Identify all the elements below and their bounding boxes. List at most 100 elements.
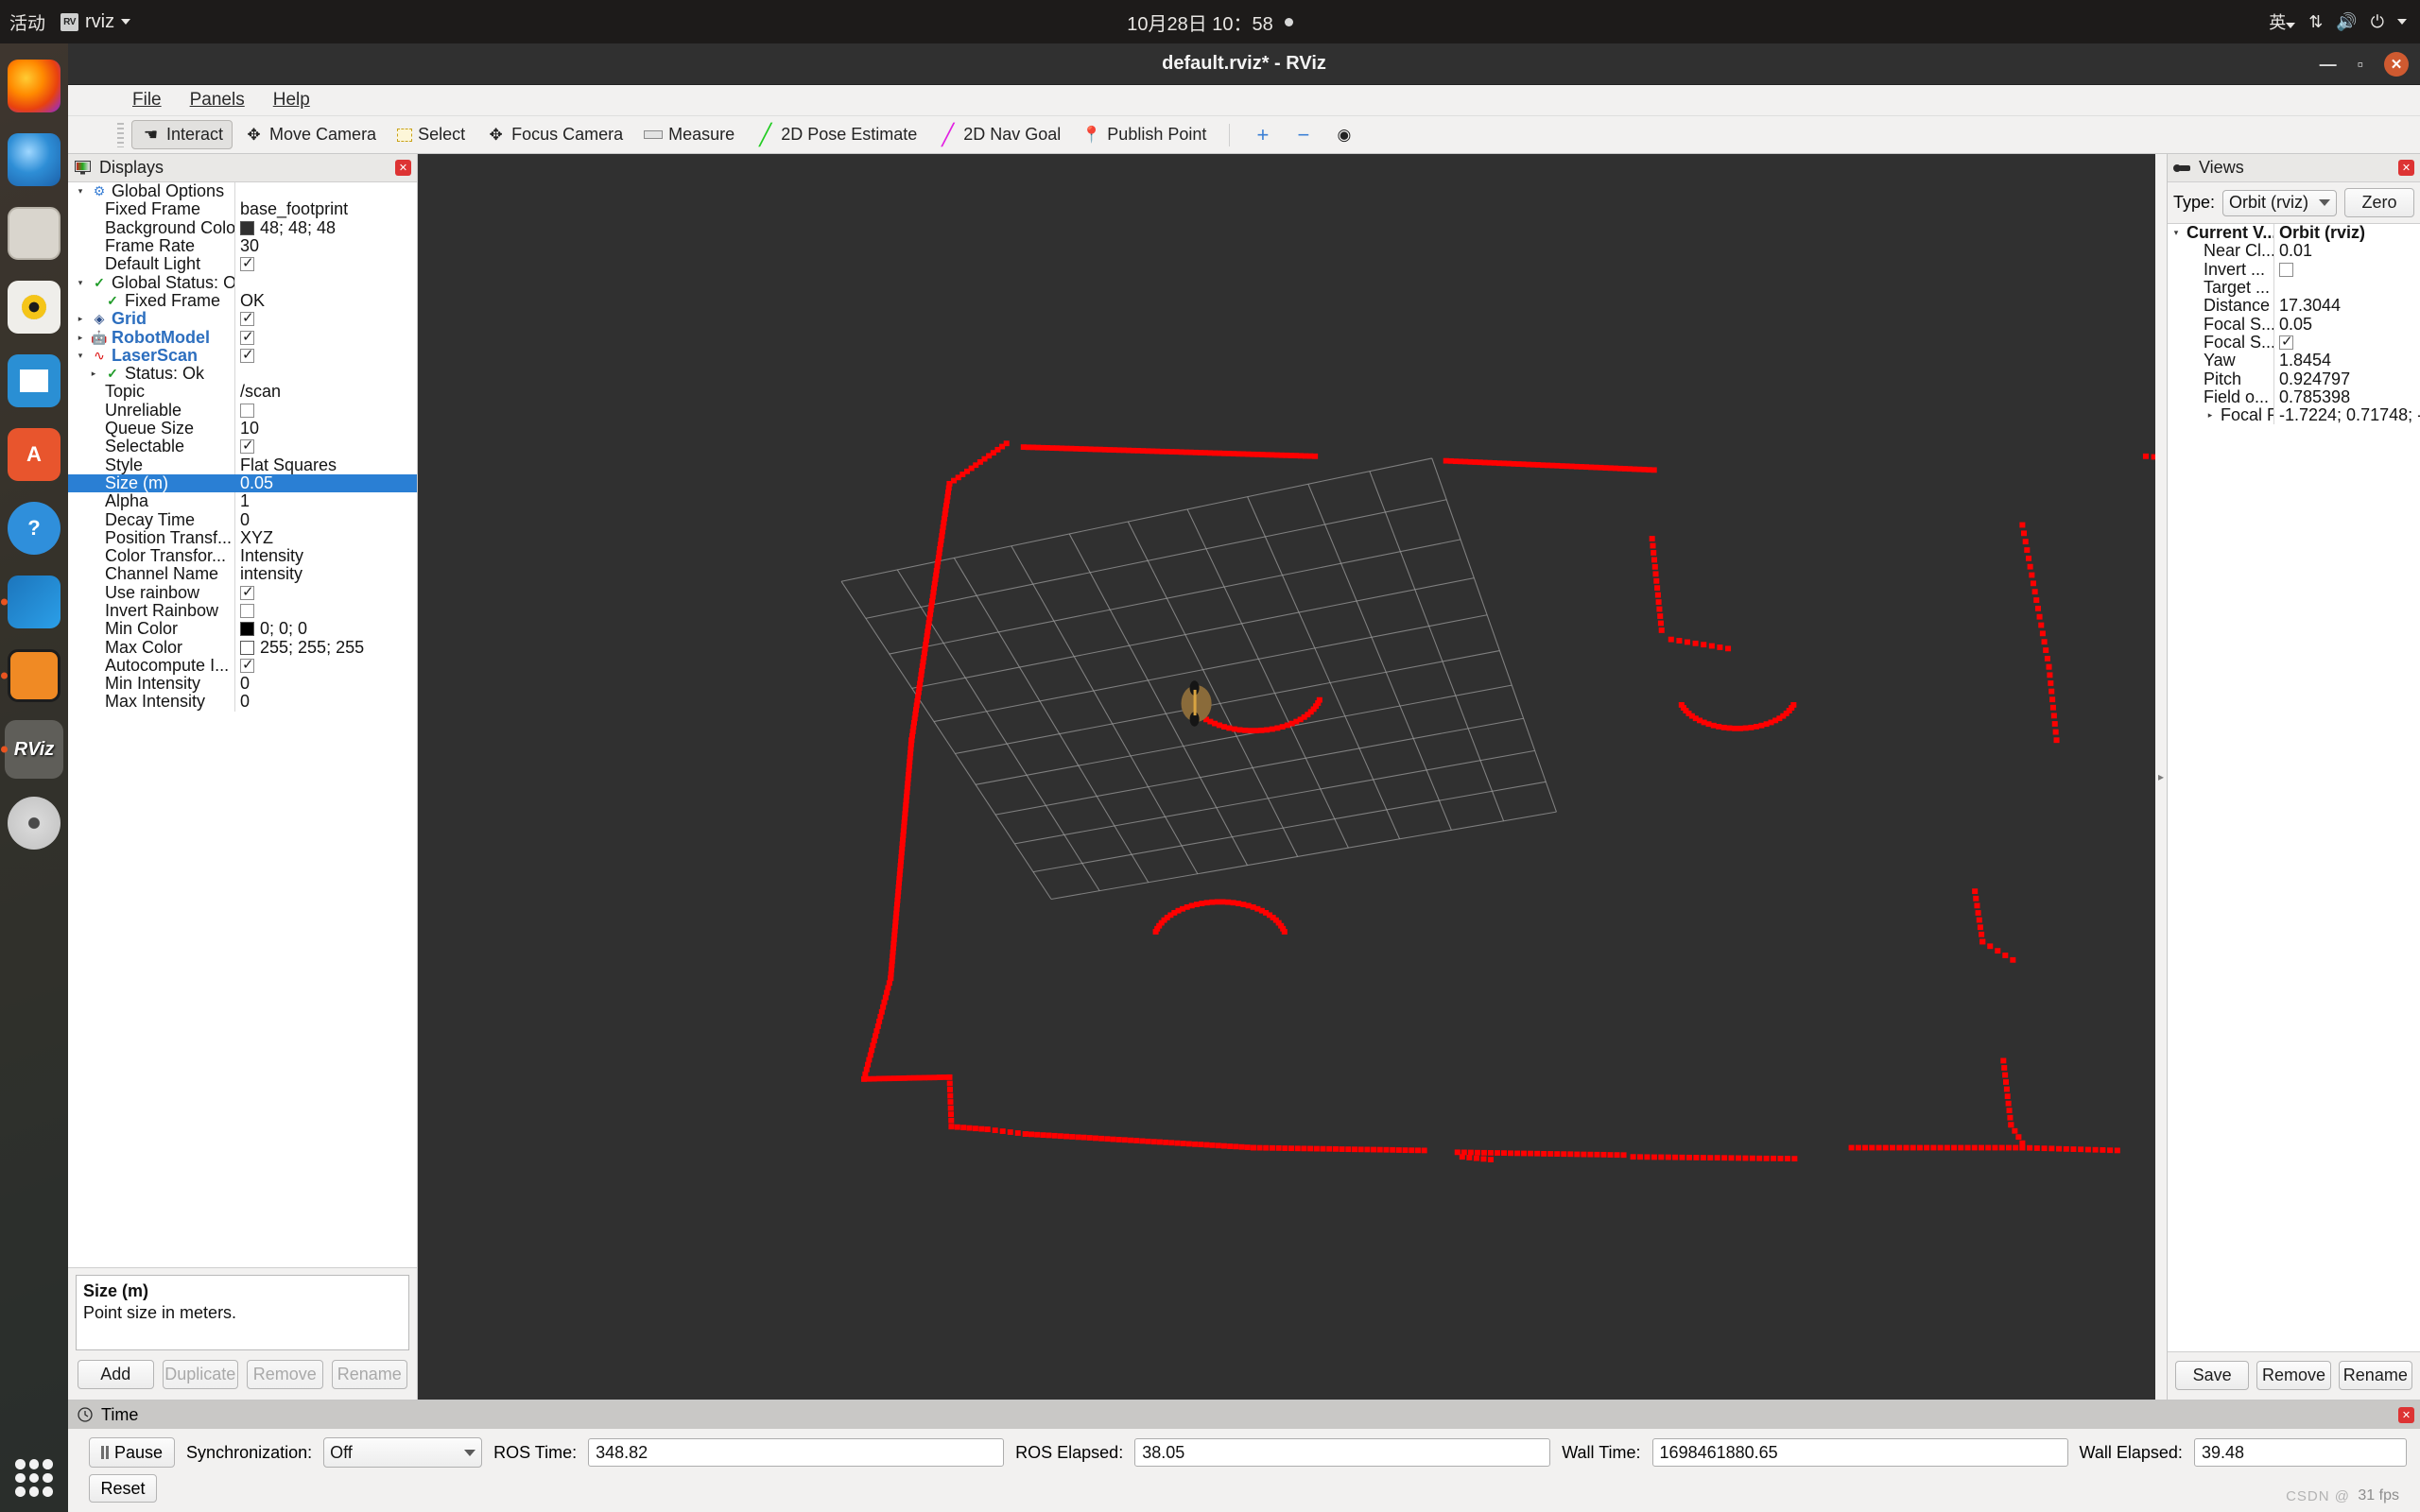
property-value[interactable]: 0.05 (2273, 315, 2420, 333)
display-property-row[interactable]: Channel Nameintensity (68, 565, 417, 583)
tool-2d-pose-estimate[interactable]: ╱ 2D Pose Estimate (746, 120, 926, 149)
display-property-row[interactable]: Min Color0; 0; 0 (68, 620, 417, 638)
display-property-row[interactable]: Autocompute I... (68, 657, 417, 675)
property-value[interactable]: 0 (234, 675, 417, 693)
property-value[interactable] (234, 310, 417, 328)
menu-file[interactable]: File (132, 90, 162, 111)
checkbox[interactable] (240, 257, 254, 271)
property-value[interactable]: 48; 48; 48 (234, 219, 417, 237)
checkbox[interactable] (2279, 263, 2293, 277)
property-value[interactable]: 0 (234, 510, 417, 528)
display-property-row[interactable]: ▸🤖RobotModel (68, 328, 417, 346)
tool-camera-snapshot[interactable]: ◉ (1324, 120, 1363, 149)
property-value[interactable] (234, 584, 417, 602)
maximize-button[interactable]: ▫ (2358, 56, 2363, 73)
zero-button[interactable]: Zero (2344, 188, 2414, 217)
view-property-row[interactable]: Target ... (2168, 279, 2420, 297)
property-value[interactable]: 0.924797 (2273, 369, 2420, 387)
property-value[interactable]: 1 (234, 492, 417, 510)
property-value[interactable]: 0 (234, 693, 417, 711)
dock-item-dvd[interactable] (5, 794, 63, 852)
property-value[interactable]: 17.3044 (2273, 297, 2420, 315)
property-value[interactable] (234, 328, 417, 346)
view-property-row[interactable]: Yaw1.8454 (2168, 352, 2420, 369)
wall-time-field[interactable]: 1698461880.65 (1652, 1438, 2068, 1467)
property-value[interactable]: OK (234, 292, 417, 310)
display-property-row[interactable]: Max Intensity0 (68, 693, 417, 711)
display-property-row[interactable]: ▾⚙Global Options (68, 182, 417, 200)
network-icon[interactable]: ⇅ (2308, 12, 2323, 32)
tree-twisty[interactable]: ▾ (74, 278, 87, 288)
view-type-select[interactable]: Orbit (rviz) (2222, 190, 2337, 216)
tool-interact[interactable]: ☚ Interact (131, 120, 233, 149)
checkbox[interactable] (240, 604, 254, 618)
display-property-row[interactable]: ▸◈Grid (68, 310, 417, 328)
view-property-row[interactable]: ▾Current V...Orbit (rviz) (2168, 224, 2420, 242)
ros-elapsed-field[interactable]: 38.05 (1134, 1438, 1550, 1467)
viewport-views-splitter[interactable]: ▸ (2155, 154, 2167, 1400)
property-value[interactable]: base_footprint (234, 200, 417, 218)
display-property-row[interactable]: ✓Fixed FrameOK (68, 292, 417, 310)
property-value[interactable]: 0.01 (2273, 242, 2420, 260)
dock-item-software[interactable]: A (5, 425, 63, 484)
system-clock[interactable]: 10月28日 10：58 (1127, 9, 1273, 36)
tree-twisty[interactable]: ▸ (74, 314, 87, 324)
rename-display-button[interactable]: Rename (332, 1360, 408, 1389)
property-value[interactable] (234, 255, 417, 273)
ros-time-field[interactable]: 348.82 (588, 1438, 1004, 1467)
add-display-button[interactable]: Add (78, 1360, 154, 1389)
checkbox[interactable] (240, 349, 254, 363)
tool-remove-panel[interactable]: − (1284, 120, 1322, 149)
close-icon[interactable]: ✕ (395, 160, 411, 176)
checkbox[interactable] (240, 586, 254, 600)
views-tree[interactable]: ▾Current V...Orbit (rviz)Near Cl...0.01I… (2168, 223, 2420, 1352)
display-property-row[interactable]: Frame Rate30 (68, 237, 417, 255)
property-value[interactable]: Intensity (234, 547, 417, 565)
property-value[interactable]: 255; 255; 255 (234, 638, 417, 656)
tool-2d-nav-goal[interactable]: ╱ 2D Nav Goal (928, 120, 1070, 149)
display-property-row[interactable]: Min Intensity0 (68, 675, 417, 693)
tool-select[interactable]: Select (388, 120, 475, 149)
tool-measure[interactable]: Measure (634, 120, 744, 149)
view-property-row[interactable]: Field o...0.785398 (2168, 388, 2420, 406)
property-value[interactable] (234, 347, 417, 365)
property-value[interactable] (234, 602, 417, 620)
view-property-row[interactable]: Focal S... (2168, 334, 2420, 352)
property-value[interactable] (234, 365, 417, 383)
property-value[interactable]: 30 (234, 237, 417, 255)
display-property-row[interactable]: Use rainbow (68, 584, 417, 602)
close-icon[interactable]: ✕ (2398, 1407, 2414, 1423)
toolbar-drag-handle[interactable] (117, 123, 124, 147)
tool-publish-point[interactable]: 📍 Publish Point (1072, 120, 1216, 149)
activities-button[interactable]: 活动 (9, 9, 45, 35)
display-property-row[interactable]: ▸✓Status: Ok (68, 365, 417, 383)
property-value[interactable] (2273, 279, 2420, 297)
dock-item-rhythmbox[interactable] (5, 278, 63, 336)
3d-render-view[interactable] (418, 154, 2155, 1400)
display-property-row[interactable]: Default Light (68, 255, 417, 273)
display-property-row[interactable]: Size (m)0.05 (68, 474, 417, 492)
view-property-row[interactable]: Focal S...0.05 (2168, 315, 2420, 333)
dock-item-help[interactable]: ? (5, 499, 63, 558)
display-property-row[interactable]: Topic/scan (68, 383, 417, 401)
view-property-row[interactable]: Distance17.3044 (2168, 297, 2420, 315)
remove-display-button[interactable]: Remove (247, 1360, 323, 1389)
display-property-row[interactable]: Selectable (68, 438, 417, 455)
checkbox[interactable] (240, 404, 254, 418)
property-value[interactable]: intensity (234, 565, 417, 583)
wall-elapsed-field[interactable]: 39.48 (2194, 1438, 2407, 1467)
checkbox[interactable] (240, 312, 254, 326)
rename-view-button[interactable]: Rename (2339, 1361, 2412, 1390)
property-value[interactable]: 10 (234, 420, 417, 438)
dock-item-libreoffice-writer[interactable] (5, 352, 63, 410)
checkbox[interactable] (240, 331, 254, 345)
property-value[interactable]: /scan (234, 383, 417, 401)
dock-item-rviz[interactable]: RViz (5, 720, 63, 779)
display-property-row[interactable]: ▾∿LaserScan (68, 347, 417, 365)
dock-item-firefox[interactable] (5, 57, 63, 115)
display-property-row[interactable]: Position Transf...XYZ (68, 529, 417, 547)
property-value[interactable] (2273, 334, 2420, 352)
active-app-menu[interactable]: RV rviz (60, 11, 130, 33)
checkbox[interactable] (240, 659, 254, 673)
property-value[interactable]: 1.8454 (2273, 352, 2420, 369)
